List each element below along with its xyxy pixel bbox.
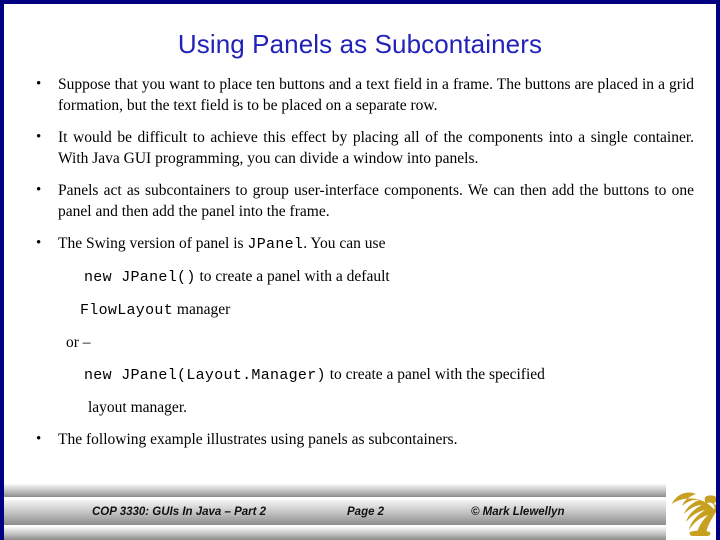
bullet-text-3: Panels act as subcontainers to group use… — [58, 182, 694, 220]
code-new-jpanel-layoutmanager: new JPanel(Layout.Manager) — [84, 367, 326, 384]
code-line-1-desc: to create a panel with a default — [195, 268, 390, 285]
code-line-layout-manager-cont: layout manager. — [88, 399, 187, 416]
code-line-flowlayout: FlowLayout manager — [4, 299, 716, 321]
slide-canvas: Using Panels as Subcontainers • Suppose … — [0, 0, 720, 540]
code-line-3-desc: to create a panel with the specified — [325, 366, 545, 383]
footer-copyright: © Mark Llewellyn — [471, 506, 565, 518]
page-title: Using Panels as Subcontainers — [177, 29, 543, 59]
footer-band-middle: COP 3330: GUIs In Java – Part 2 Page 2 ©… — [4, 499, 716, 525]
footer-page-number: Page 2 — [347, 506, 385, 518]
bullet-text-1: Suppose that you want to place ten butto… — [58, 76, 694, 114]
bullet-text-2: It would be difficult to achieve this ef… — [58, 129, 694, 167]
footer-band-top — [4, 484, 716, 497]
code-new-jpanel: new JPanel() — [84, 269, 196, 286]
bullet-text-swing: The Swing version of panel is JPanel. Yo… — [58, 233, 694, 255]
bullet-marker-icon: • — [36, 235, 42, 251]
bullet-marker-icon: • — [36, 76, 42, 92]
swing-code-jpanel: JPanel — [247, 236, 304, 253]
code-line-new-jpanel-layoutmanager: new JPanel(Layout.Manager) to create a p… — [4, 364, 716, 386]
footer-band-bottom — [4, 527, 716, 540]
bullet-item-1: • Suppose that you want to place ten but… — [4, 74, 716, 116]
ucf-pegasus-logo — [666, 484, 716, 540]
bullet-item-last: • The following example illustrates usin… — [4, 429, 716, 450]
code-line-2-desc: manager — [173, 301, 231, 318]
bullet-item-swing: • The Swing version of panel is JPanel. … — [4, 233, 716, 255]
or-separator-text: or – — [66, 334, 91, 351]
code-line-new-jpanel: new JPanel() to create a panel with a de… — [4, 266, 716, 288]
code-flowlayout: FlowLayout — [80, 302, 174, 319]
bullet-marker-icon: • — [36, 431, 42, 447]
footer-course-label: COP 3330: GUIs In Java – Part 2 — [92, 506, 267, 518]
swing-text-part1: The Swing version of panel is — [58, 235, 248, 252]
bullet-item-2: • It would be difficult to achieve this … — [4, 127, 716, 169]
bullet-marker-icon: • — [36, 129, 42, 145]
bullet-marker-icon: • — [36, 182, 42, 198]
slide-body: • Suppose that you want to place ten but… — [4, 74, 716, 482]
bullet-text-last: The following example illustrates using … — [58, 431, 458, 448]
bullet-item-3: • Panels act as subcontainers to group u… — [4, 180, 716, 222]
swing-text-part2: . You can use — [303, 235, 386, 252]
slide-footer: COP 3330: GUIs In Java – Part 2 Page 2 ©… — [4, 484, 716, 540]
